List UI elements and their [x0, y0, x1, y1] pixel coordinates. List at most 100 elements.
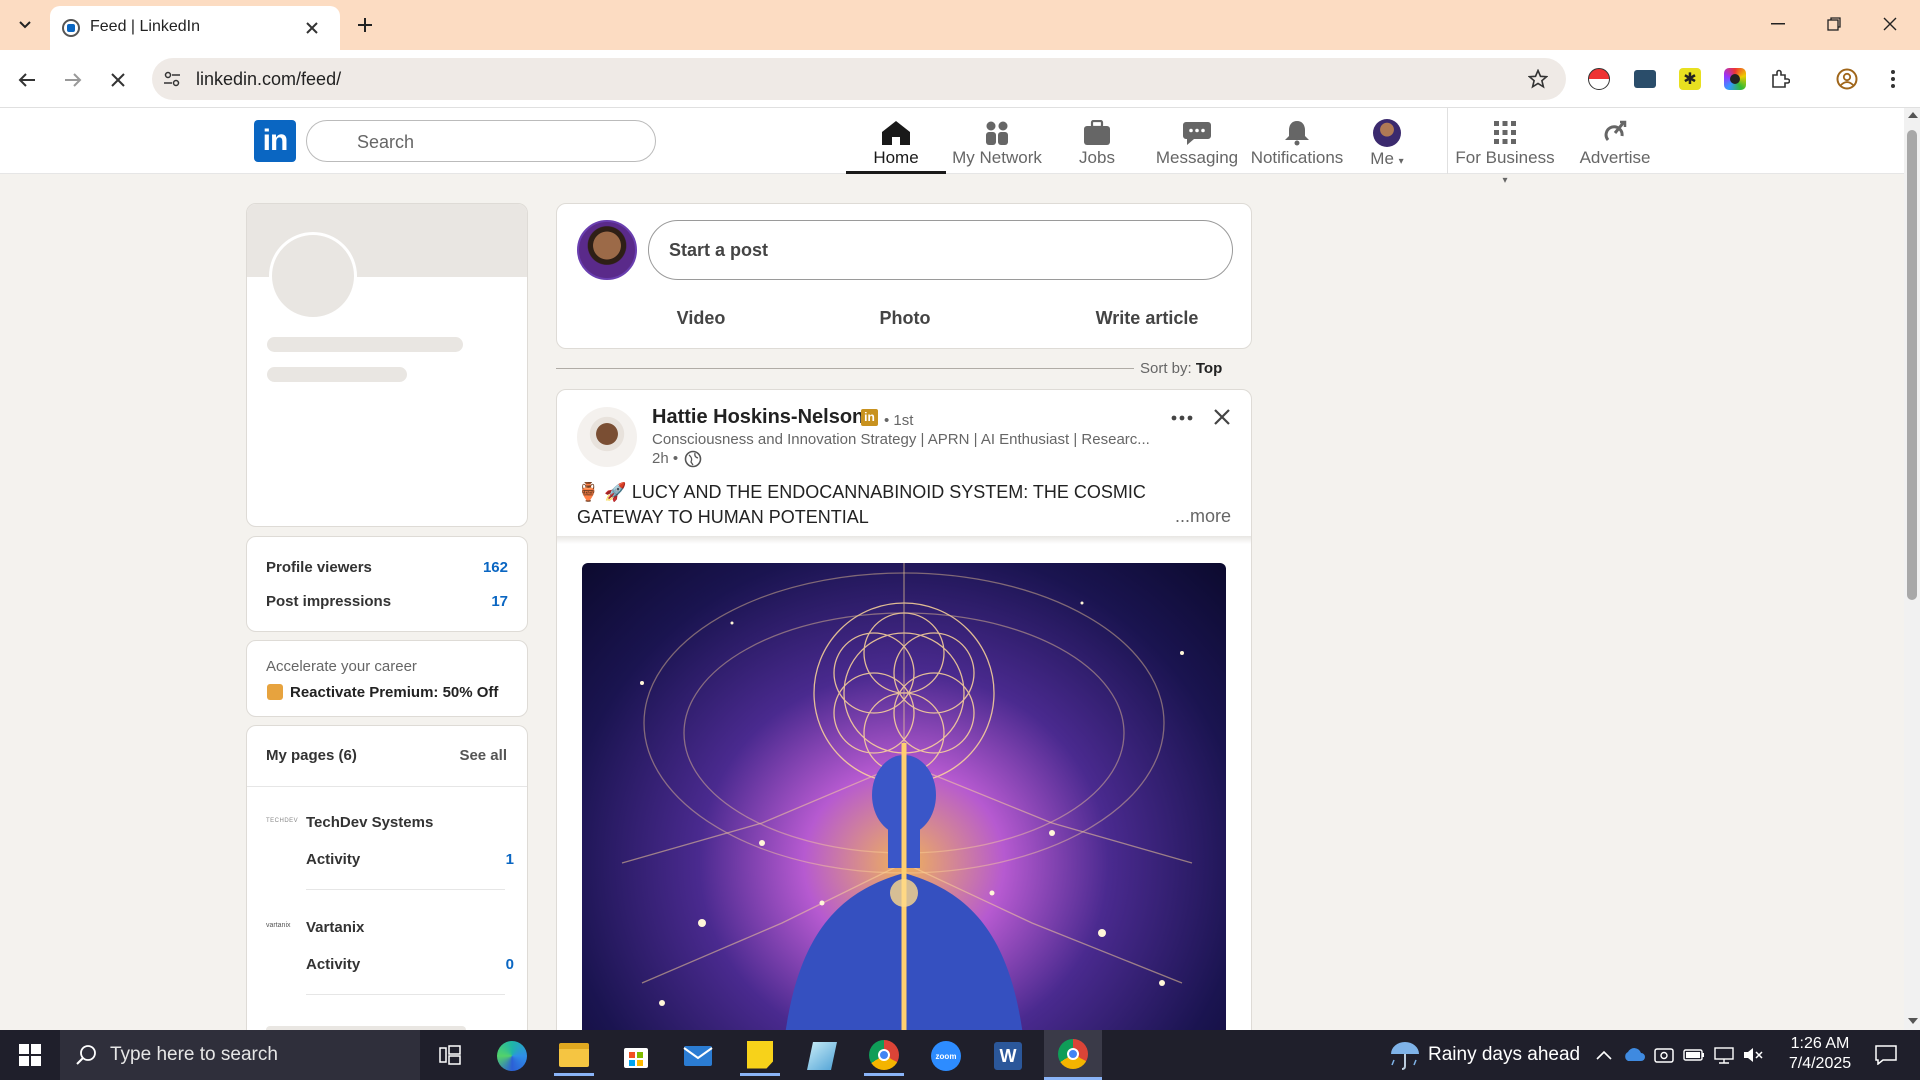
- chat-bubble-icon: [1183, 122, 1211, 145]
- action-label: Photo: [879, 308, 931, 328]
- onedrive-tray-icon[interactable]: [1620, 1040, 1648, 1070]
- composer-avatar[interactable]: [577, 220, 637, 280]
- new-tab-button[interactable]: [352, 12, 378, 38]
- nav-me[interactable]: Me ▾: [1337, 116, 1437, 174]
- advertise-icon: [1604, 120, 1627, 141]
- photo-button[interactable]: Photo: [845, 300, 965, 336]
- sort-dropdown[interactable]: Sort by: Top: [1140, 360, 1222, 377]
- browser-tab[interactable]: Feed | LinkedIn: [50, 6, 340, 50]
- bookmark-star-button[interactable]: [1526, 67, 1550, 91]
- search-placeholder: Search: [357, 132, 415, 152]
- clock[interactable]: 1:26 AM 7/4/2025: [1770, 1033, 1870, 1077]
- sticky-notes-app-icon[interactable]: [740, 1036, 780, 1076]
- feed-post: Hattie Hoskins-Nelson in • 1st Conscious…: [556, 389, 1252, 1049]
- microsoft-store-app-icon[interactable]: [616, 1036, 656, 1076]
- address-bar[interactable]: linkedin.com/feed/: [152, 58, 1566, 100]
- back-button[interactable]: [12, 65, 42, 95]
- linkedin-logo[interactable]: in: [254, 120, 296, 162]
- profile-button[interactable]: [1834, 66, 1860, 92]
- sort-label: Sort by:: [1140, 360, 1192, 377]
- file-explorer-app-icon[interactable]: [554, 1036, 594, 1076]
- stop-loading-button[interactable]: [103, 65, 133, 95]
- post-impressions-row[interactable]: Post impressions 17: [266, 593, 508, 611]
- page-scrollbar[interactable]: [1904, 108, 1920, 1030]
- envelope-icon: [683, 1046, 713, 1066]
- caret-down-icon: ▾: [1502, 175, 1508, 186]
- color-extension-icon[interactable]: [1724, 68, 1746, 90]
- wallet-extension-icon[interactable]: [1634, 70, 1656, 88]
- profile-name-skeleton: [267, 337, 463, 352]
- tab-search-button[interactable]: [10, 12, 40, 38]
- premium-card[interactable]: Accelerate your career Reactivate Premiu…: [246, 640, 528, 717]
- profile-viewers-row[interactable]: Profile viewers 162: [266, 559, 508, 577]
- premium-caption: Accelerate your career: [266, 658, 417, 675]
- author-name[interactable]: Hattie Hoskins-Nelson: [652, 406, 864, 429]
- nav-label: Advertise: [1579, 148, 1651, 167]
- page-logo: TECHDEV: [266, 818, 299, 824]
- arrow-left-icon: [18, 73, 35, 87]
- globe-icon: [684, 450, 702, 468]
- nav-jobs[interactable]: Jobs: [1047, 116, 1147, 174]
- account-circle-icon: [1836, 68, 1858, 90]
- search-input[interactable]: Search: [306, 120, 656, 162]
- snipping-app-icon[interactable]: [802, 1036, 842, 1076]
- nav-my-network[interactable]: My Network: [947, 116, 1047, 174]
- connection-degree: • 1st: [884, 412, 914, 429]
- close-tab-button[interactable]: [302, 18, 322, 38]
- word-app-icon[interactable]: W: [988, 1036, 1028, 1076]
- site-info-icon[interactable]: [162, 69, 182, 89]
- action-label: Write article: [1095, 308, 1199, 328]
- restore-button[interactable]: [1816, 10, 1852, 38]
- weather-widget[interactable]: Rainy days ahead: [1384, 1030, 1580, 1080]
- author-avatar[interactable]: [577, 407, 637, 467]
- chrome-active-app-icon[interactable]: [1044, 1030, 1102, 1080]
- write-article-button[interactable]: Write article: [1067, 300, 1227, 336]
- close-icon: [111, 73, 125, 87]
- extensions-puzzle-button[interactable]: [1768, 67, 1792, 91]
- sparkle-extension-icon[interactable]: ✱: [1679, 68, 1701, 90]
- dismiss-post-button[interactable]: [1208, 403, 1236, 431]
- show-hidden-icons-button[interactable]: [1592, 1040, 1616, 1070]
- profile-card: [246, 203, 528, 527]
- forward-button[interactable]: [58, 65, 88, 95]
- network-tray-icon[interactable]: [1710, 1040, 1738, 1070]
- browser-menu-button[interactable]: [1882, 66, 1904, 92]
- task-view-icon: [439, 1045, 461, 1065]
- start-post-button[interactable]: Start a post: [648, 220, 1233, 280]
- taskbar-search-box[interactable]: Type here to search: [60, 1030, 420, 1080]
- zoom-app-icon[interactable]: zoom: [926, 1036, 966, 1076]
- premium-cta[interactable]: Reactivate Premium: 50% Off: [290, 684, 498, 701]
- my-pages-title: My pages (6): [266, 747, 357, 764]
- nav-advertise[interactable]: Advertise: [1565, 116, 1665, 174]
- nav-for-business[interactable]: For Business ▾: [1455, 116, 1555, 186]
- video-button[interactable]: Video: [641, 300, 761, 336]
- volume-muted-tray-icon[interactable]: [1740, 1040, 1768, 1070]
- mail-app-icon[interactable]: [678, 1036, 718, 1076]
- notification-center-button[interactable]: [1866, 1035, 1906, 1075]
- close-window-button[interactable]: [1872, 10, 1908, 38]
- nav-messaging[interactable]: Messaging: [1147, 116, 1247, 174]
- scroll-thumb[interactable]: [1907, 130, 1917, 600]
- task-view-button[interactable]: [430, 1035, 470, 1075]
- chrome-app-icon[interactable]: [864, 1036, 904, 1076]
- post-options-button[interactable]: [1164, 404, 1200, 432]
- close-icon: [1214, 409, 1230, 425]
- see-more-link[interactable]: ...more: [1168, 506, 1231, 527]
- chevron-down-icon: [19, 21, 31, 29]
- meet-now-tray-icon[interactable]: [1650, 1040, 1678, 1070]
- nav-home[interactable]: Home: [846, 116, 946, 174]
- battery-tray-icon[interactable]: [1680, 1040, 1708, 1070]
- start-button[interactable]: [0, 1030, 60, 1080]
- page-activity-vartanix[interactable]: Activity 0: [306, 956, 514, 974]
- minimize-button[interactable]: [1760, 10, 1796, 38]
- scroll-down-arrow[interactable]: [1908, 1018, 1918, 1024]
- edge-app-icon[interactable]: [492, 1036, 532, 1076]
- post-image[interactable]: [582, 563, 1226, 1048]
- nav-label: Home: [873, 148, 919, 167]
- see-all-link[interactable]: See all: [459, 747, 507, 764]
- start-post-label: Start a post: [669, 240, 769, 260]
- pokeball-extension-icon[interactable]: [1588, 68, 1610, 90]
- page-activity-techdev[interactable]: Activity 1: [306, 851, 514, 869]
- nav-notifications[interactable]: Notifications: [1247, 116, 1347, 174]
- scroll-up-arrow[interactable]: [1908, 112, 1918, 118]
